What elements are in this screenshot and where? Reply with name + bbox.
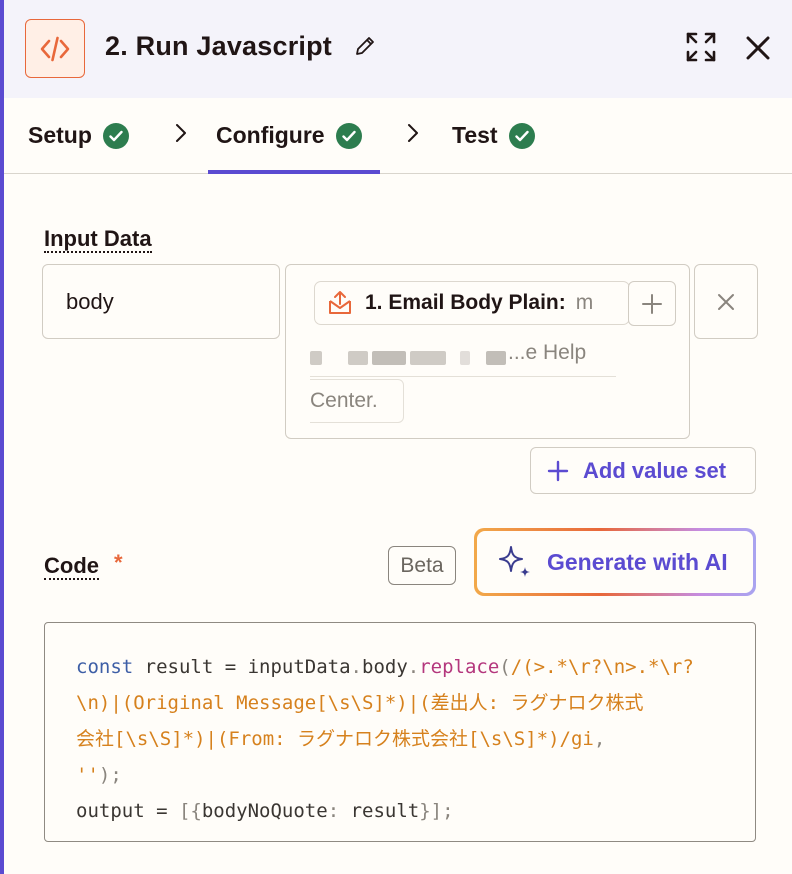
beta-badge: Beta [388,546,456,585]
generate-with-ai-button[interactable]: Generate with AI [474,528,756,596]
tab-label: Test [452,122,498,148]
code-token: [{ [178,800,202,822]
code-token: ); [98,764,122,786]
plus-icon [642,293,662,314]
value-text-line: ...e Help [310,337,616,377]
code-token: '' [76,764,99,786]
chevron-right-icon [406,122,420,144]
tab-setup[interactable]: Setup [28,98,129,173]
code-token: \n)|(Original Message[\s\S]*)|(差出人: ラグナロ… [76,692,644,714]
code-token: 会社[\s\S]*)|(From: ラグナロク株式会社[\s\S]*)/gi [76,728,594,750]
code-token: result = inputData [133,656,351,678]
required-marker: * [114,550,123,575]
code-token: : [327,800,340,822]
panel-header: 2. Run Javascript [4,0,792,98]
remove-input-button[interactable] [694,264,758,339]
tab-test[interactable]: Test [452,98,535,173]
code-token: , [593,728,606,750]
sparkle-icon [499,546,530,577]
code-token: const [76,656,134,678]
generate-with-ai-label: Generate with AI [547,548,728,575]
code-token: . [350,656,362,678]
tab-label: Configure [216,122,325,148]
code-token: output = [76,800,179,822]
input-key-value: body [66,288,114,314]
check-circle-icon [335,122,362,149]
redacted-text [348,351,368,365]
add-value-set-button[interactable]: Add value set [530,447,756,494]
step-title: 2. Run Javascript [105,31,332,61]
input-data-label: Input Data [44,226,152,253]
code-label: Code [44,553,99,580]
tab-label: Setup [28,122,92,148]
email-app-icon [329,291,351,314]
code-line: \n)|(Original Message[\s\S]*)|(差出人: ラグナロ… [76,685,755,721]
close-icon[interactable] [744,34,772,62]
step-tabs: Setup Configure Test [4,98,792,174]
code-token: }]; [419,800,454,822]
code-token: . [407,656,420,678]
code-token: result [339,800,420,822]
pill-label: 1. Email Body Plain: [365,291,566,314]
code-token: replace [419,656,500,678]
chevron-right-icon [174,122,188,144]
code-editor[interactable]: const result = inputData.body.replace(/(… [44,622,756,842]
pencil-icon[interactable] [353,34,377,58]
check-circle-icon [508,122,535,149]
expand-icon[interactable] [685,31,717,63]
pill-value-preview: m [575,291,594,314]
close-icon [718,293,734,310]
code-line: 会社[\s\S]*)|(From: ラグナロク株式会社[\s\S]*)/gi, [76,721,755,757]
redacted-text [486,351,506,365]
code-line: ''); [76,757,755,793]
redacted-text [310,351,322,365]
tab-configure[interactable]: Configure [216,98,362,173]
code-token: /(>.*\r?\n>.*\r? [510,656,694,678]
code-line: const result = inputData.body.replace(/(… [76,649,755,685]
input-key-field[interactable]: body [42,264,280,339]
code-token: body [362,656,408,678]
value-text: Center. [310,389,378,412]
input-value-field[interactable]: 1. Email Body Plain: m ...e Help Center. [285,264,690,439]
redacted-text [460,351,470,365]
value-text: ...e Help [508,341,587,364]
insert-data-button[interactable] [628,281,676,326]
redacted-text [372,351,406,365]
add-value-set-label: Add value set [583,457,727,483]
value-text-line: Center. [310,379,404,423]
code-token: bodyNoQuote [201,800,328,822]
code-token: ( [499,656,511,678]
plus-icon [547,460,569,481]
active-tab-indicator [208,170,380,174]
mapped-field-pill[interactable]: 1. Email Body Plain: m [314,281,630,325]
code-brackets-icon [25,19,85,78]
code-line: output = [{bodyNoQuote: result}]; [76,793,755,829]
redacted-text [410,351,446,365]
check-circle-icon [102,122,129,149]
